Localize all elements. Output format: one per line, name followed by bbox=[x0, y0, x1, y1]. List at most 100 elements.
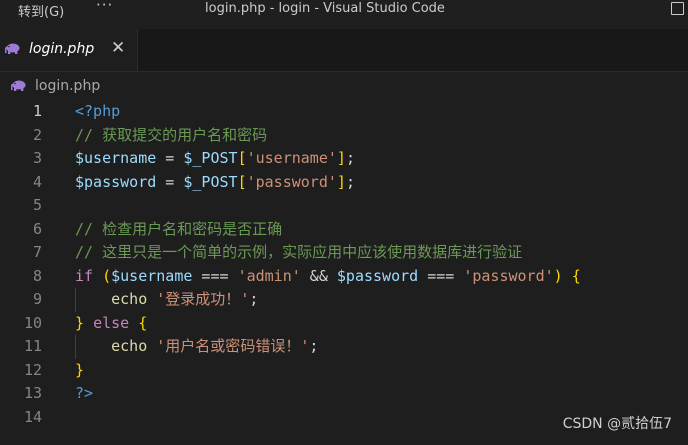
line-number: 9 bbox=[32, 290, 42, 308]
code-line[interactable]: 9 echo '登录成功！'; bbox=[0, 288, 688, 312]
tab-bar: login.php ✕ bbox=[0, 29, 688, 72]
code-token: ] bbox=[336, 149, 346, 167]
code-token: [ bbox=[237, 172, 247, 191]
code-token: // 获取提交的用户名和密码 bbox=[75, 125, 268, 144]
code-line[interactable]: 12} bbox=[0, 359, 688, 383]
line-number: 13 bbox=[23, 384, 42, 402]
line-number: 1 bbox=[32, 102, 42, 120]
code-token: 'username' bbox=[246, 149, 337, 167]
code-token: ; bbox=[345, 172, 355, 191]
code-token: echo bbox=[111, 290, 148, 308]
line-number: 4 bbox=[32, 172, 42, 191]
code-line[interactable]: 4 $password = $_POST['password']; bbox=[0, 171, 688, 195]
php-elephant-icon bbox=[11, 80, 26, 91]
code-text: $username = $_POST['username']; bbox=[75, 147, 355, 171]
code-line[interactable]: 6 // 检查用户名和密码是否正确 bbox=[0, 218, 688, 242]
code-token: $username bbox=[111, 266, 193, 285]
tab-login-php[interactable]: login.php ✕ bbox=[0, 29, 138, 71]
line-number: 12 bbox=[23, 360, 42, 379]
code-token: 'password' bbox=[246, 172, 337, 191]
code-token: ] bbox=[336, 172, 346, 191]
code-token: <?php bbox=[75, 102, 121, 120]
breadcrumb: login.php bbox=[0, 72, 688, 100]
code-text: $password = $_POST['password']; bbox=[75, 171, 355, 195]
code-token: [ bbox=[237, 149, 247, 167]
code-token: { bbox=[571, 266, 581, 285]
breadcrumb-file[interactable]: login.php bbox=[35, 78, 100, 94]
code-token: { bbox=[138, 313, 148, 332]
code-token: '用户名或密码错误！' bbox=[156, 337, 310, 355]
code-token: if bbox=[75, 266, 94, 285]
line-number: 14 bbox=[23, 407, 42, 426]
code-token: = bbox=[156, 172, 184, 191]
code-token: ; bbox=[249, 290, 259, 308]
code-line[interactable]: 5 bbox=[0, 194, 688, 218]
code-token: echo bbox=[111, 337, 148, 355]
code-token: } bbox=[75, 360, 85, 379]
code-token: = bbox=[156, 149, 184, 167]
line-number: 7 bbox=[32, 243, 42, 261]
tab-label: login.php bbox=[29, 41, 95, 57]
code-token: // 这里只是一个简单的示例，实际应用中应该使用数据库进行验证 bbox=[75, 243, 523, 261]
code-text: echo '登录成功！'; bbox=[75, 288, 258, 312]
line-number: 8 bbox=[32, 266, 42, 285]
code-editor[interactable]: 1 <?php 2 // 获取提交的用户名和密码 3 $username = $_POST… bbox=[0, 100, 688, 445]
code-token: } bbox=[75, 313, 85, 332]
code-token: $_POST bbox=[183, 172, 238, 191]
code-token: else bbox=[93, 313, 130, 332]
line-number: 5 bbox=[32, 196, 42, 214]
code-text: if ($username === 'admin' && $password =… bbox=[75, 265, 581, 289]
code-line[interactable]: 7 // 这里只是一个简单的示例，实际应用中应该使用数据库进行验证 bbox=[0, 241, 688, 265]
code-line[interactable]: 1 <?php bbox=[0, 100, 688, 124]
line-number: 10 bbox=[23, 313, 42, 332]
code-token: ( bbox=[102, 266, 112, 285]
close-icon[interactable]: ✕ bbox=[111, 38, 125, 58]
code-text: // 获取提交的用户名和密码 bbox=[75, 124, 267, 148]
maximize-icon[interactable] bbox=[671, 2, 684, 15]
code-line[interactable]: 10} else { bbox=[0, 312, 688, 336]
watermark: CSDN @贰拾伍7 bbox=[562, 416, 672, 432]
code-text: } bbox=[75, 359, 84, 383]
code-text: ?> bbox=[75, 382, 93, 406]
php-elephant-icon bbox=[5, 43, 20, 54]
code-token: === bbox=[418, 266, 464, 285]
code-text: // 检查用户名和密码是否正确 bbox=[75, 218, 282, 242]
window-title: login.php - login - Visual Studio Code bbox=[205, 1, 445, 16]
code-token: ; bbox=[345, 149, 355, 167]
code-line[interactable]: 3 $username = $_POST['username']; bbox=[0, 147, 688, 171]
title-bar: 转到(G) ··· login.php - login - Visual Stu… bbox=[0, 0, 688, 22]
code-line[interactable]: 2 // 获取提交的用户名和密码 bbox=[0, 124, 688, 148]
code-line[interactable]: 8 if ($username === 'admin' && $password … bbox=[0, 265, 688, 289]
code-token: '登录成功！' bbox=[156, 290, 250, 308]
line-number: 2 bbox=[32, 125, 42, 144]
code-token: $username bbox=[75, 149, 157, 167]
code-text: // 这里只是一个简单的示例，实际应用中应该使用数据库进行验证 bbox=[75, 241, 522, 265]
line-number: 3 bbox=[32, 149, 42, 167]
code-text: echo '用户名或密码错误！'; bbox=[75, 335, 318, 359]
line-number: 6 bbox=[32, 219, 42, 238]
code-text: <?php bbox=[75, 100, 120, 124]
code-token: // 检查用户名和密码是否正确 bbox=[75, 219, 283, 238]
code-token: ?> bbox=[75, 384, 94, 402]
line-number: 11 bbox=[23, 337, 42, 355]
code-token: ; bbox=[309, 337, 319, 355]
code-token: $password bbox=[75, 172, 157, 191]
code-token: 'admin' bbox=[237, 266, 301, 285]
code-line[interactable]: 13 ?> bbox=[0, 382, 688, 406]
code-token: $password bbox=[336, 266, 419, 285]
code-token: ) bbox=[553, 266, 563, 285]
code-token: === bbox=[192, 266, 238, 285]
code-text: } else { bbox=[75, 312, 147, 336]
code-token: $_POST bbox=[183, 149, 238, 167]
code-token: 'password' bbox=[463, 266, 554, 285]
code-line[interactable]: 11 echo '用户名或密码错误！'; bbox=[0, 335, 688, 359]
code-token: && bbox=[300, 266, 337, 285]
